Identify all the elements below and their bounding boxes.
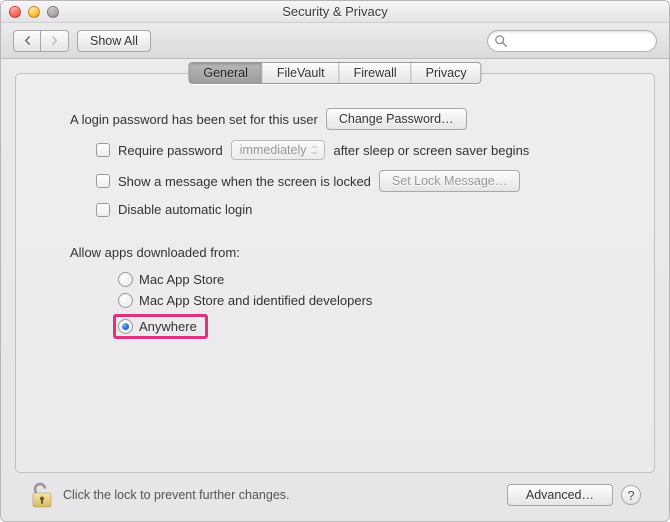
disable-auto-login-label: Disable automatic login — [118, 202, 252, 217]
require-password-delay-value: immediately — [240, 143, 307, 157]
show-message-label: Show a message when the screen is locked — [118, 174, 371, 189]
radio-anywhere[interactable] — [118, 319, 133, 334]
radio-row-anywhere: Anywhere — [118, 314, 618, 339]
search-field-wrap — [487, 30, 657, 52]
change-password-button[interactable]: Change Password… — [326, 108, 467, 130]
radio-anywhere-label: Anywhere — [139, 319, 197, 334]
radio-mac-app-store[interactable] — [118, 272, 133, 287]
allow-apps-radiogroup: Mac App Store Mac App Store and identifi… — [52, 272, 618, 339]
titlebar: Security & Privacy — [1, 1, 669, 23]
forward-button[interactable] — [41, 30, 69, 52]
window-title: Security & Privacy — [1, 4, 669, 19]
tab-firewall[interactable]: Firewall — [340, 63, 412, 83]
radio-row-mas: Mac App Store — [118, 272, 618, 287]
unlock-icon[interactable] — [29, 480, 55, 510]
zoom-window-button — [47, 6, 59, 18]
radio-mac-app-store-label: Mac App Store — [139, 272, 224, 287]
radio-row-mas-dev: Mac App Store and identified developers — [118, 293, 618, 308]
radio-mas-identified-devs-label: Mac App Store and identified developers — [139, 293, 372, 308]
close-window-button[interactable] — [9, 6, 21, 18]
disable-auto-login-row: Disable automatic login — [52, 202, 618, 217]
disable-auto-login-checkbox[interactable] — [96, 203, 110, 217]
tab-privacy[interactable]: Privacy — [412, 63, 481, 83]
radio-mas-identified-devs[interactable] — [118, 293, 133, 308]
tab-filevault[interactable]: FileVault — [263, 63, 340, 83]
allow-apps-label: Allow apps downloaded from: — [70, 245, 618, 260]
preferences-window: Security & Privacy Show All General File… — [0, 0, 670, 522]
search-icon — [494, 34, 508, 48]
tab-general[interactable]: General — [189, 63, 262, 83]
require-password-label: Require password — [118, 143, 223, 158]
show-all-button[interactable]: Show All — [77, 30, 151, 52]
login-password-text: A login password has been set for this u… — [70, 112, 318, 127]
back-button[interactable] — [13, 30, 41, 52]
require-password-row: Require password immediately after sleep… — [52, 140, 618, 160]
chevron-left-icon — [23, 36, 32, 45]
show-message-row: Show a message when the screen is locked… — [52, 170, 618, 192]
panel: General FileVault Firewall Privacy A log… — [15, 73, 655, 473]
content-area: General FileVault Firewall Privacy A log… — [1, 59, 669, 521]
login-password-row: A login password has been set for this u… — [52, 108, 618, 130]
anywhere-highlight: Anywhere — [113, 314, 208, 339]
set-lock-message-button: Set Lock Message… — [379, 170, 520, 192]
require-password-suffix: after sleep or screen saver begins — [333, 143, 529, 158]
lock-text: Click the lock to prevent further change… — [63, 488, 290, 502]
show-message-checkbox[interactable] — [96, 174, 110, 188]
footer: Click the lock to prevent further change… — [15, 473, 655, 521]
chevron-right-icon — [50, 36, 59, 45]
window-controls — [1, 6, 59, 18]
require-password-checkbox[interactable] — [96, 143, 110, 157]
search-input[interactable] — [487, 30, 657, 52]
toolbar: Show All — [1, 23, 669, 59]
require-password-delay-select: immediately — [231, 140, 326, 160]
help-button[interactable]: ? — [621, 485, 641, 505]
advanced-button[interactable]: Advanced… — [507, 484, 613, 506]
nav-buttons — [13, 30, 69, 52]
tab-bar: General FileVault Firewall Privacy — [188, 62, 481, 84]
minimize-window-button[interactable] — [28, 6, 40, 18]
